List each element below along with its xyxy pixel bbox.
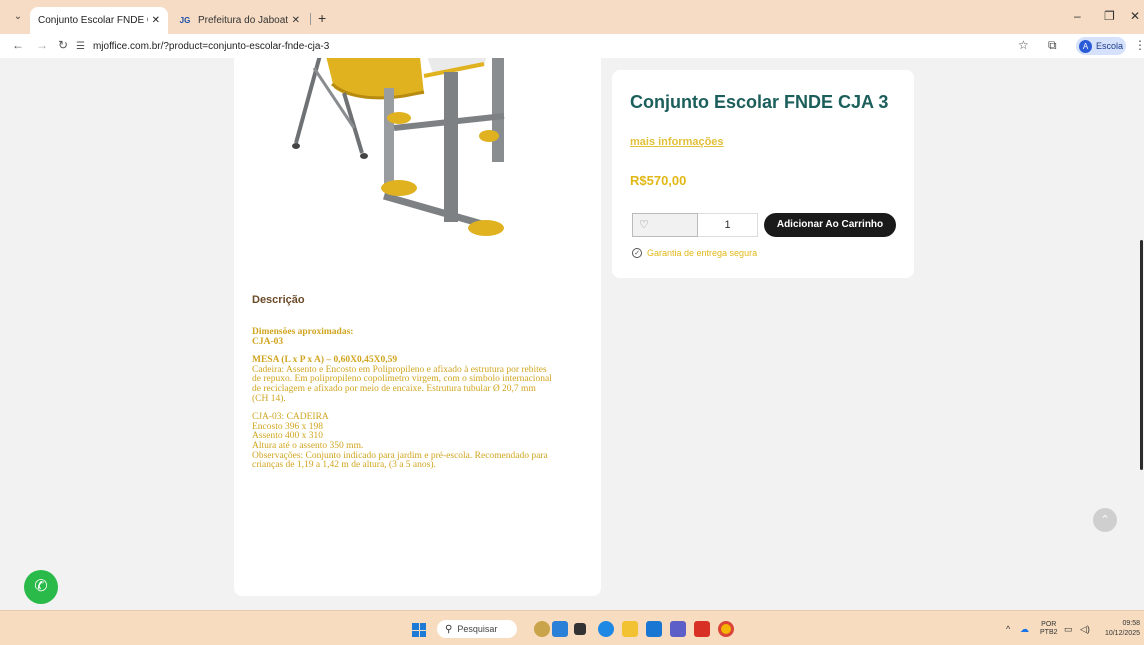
product-gallery-card: Descrição Dimensões aproximadas: CJA-03 … <box>234 58 601 596</box>
chrome-icon[interactable] <box>718 621 734 637</box>
desc-line: de reciclagem e afixado por meio de enca… <box>252 383 536 394</box>
taskbar-search[interactable]: ⚲ Pesquisar <box>437 620 517 638</box>
back-arrow-icon[interactable]: ← <box>12 38 24 52</box>
clock-date: 10/12/2025 <box>1104 630 1140 637</box>
search-placeholder: Pesquisar <box>457 624 498 634</box>
jg-favicon-icon: JG <box>179 15 191 25</box>
edge-browser-icon[interactable] <box>598 621 614 637</box>
language-indicator[interactable]: POR PTB2 <box>1040 621 1058 637</box>
address-bar[interactable]: ☰ mjoffice.com.br/?product=conjunto-esco… <box>76 37 976 55</box>
scrollbar-thumb[interactable] <box>1140 240 1143 470</box>
outlook-icon[interactable] <box>646 621 662 637</box>
windows-taskbar: ⚲ Pesquisar ^ ☁ POR PTB2 ▭ ◁) 09:58 10/1… <box>0 610 1144 645</box>
avatar: A <box>1079 39 1092 53</box>
red-app-icon[interactable] <box>694 621 710 637</box>
weather-widget-icon[interactable] <box>534 621 550 637</box>
tab-conjunto-escolar[interactable]: Conjunto Escolar FNDE CJA 3 ✕ <box>30 7 168 74</box>
file-explorer-icon[interactable] <box>622 621 638 637</box>
product-title: Conjunto Escolar FNDE CJA 3 <box>630 92 889 112</box>
page-viewport: Descrição Dimensões aproximadas: CJA-03 … <box>0 58 1144 610</box>
product-image[interactable] <box>274 58 534 258</box>
site-info-icon[interactable]: ☰ <box>76 41 85 52</box>
window-close-icon[interactable]: ✕ <box>1130 9 1140 23</box>
keyboard-layout: PTB2 <box>1040 629 1058 636</box>
whatsapp-chat-button[interactable]: ✆ <box>24 570 58 604</box>
new-tab-plus-icon[interactable]: + <box>318 10 326 26</box>
search-icon: ⚲ <box>445 623 453 635</box>
url-text: mjoffice.com.br/?product=conjunto-escola… <box>92 40 330 52</box>
dimensions-title: Dimensões aproximadas: <box>252 327 354 337</box>
guarantee-text: Garantia de entrega segura <box>647 248 758 258</box>
network-icon[interactable]: ▭ <box>1064 624 1073 635</box>
restore-icon[interactable]: ❐ <box>1104 9 1115 23</box>
profile-button[interactable]: A Escola <box>1076 37 1126 55</box>
teams-icon[interactable] <box>670 621 686 637</box>
desc-line: crianças de 1,19 a 1,42 m de altura, (3 … <box>252 460 436 471</box>
tab-divider <box>310 13 311 25</box>
tray-app-icon[interactable]: ☁ <box>1020 624 1029 635</box>
forward-arrow-icon[interactable]: → <box>36 38 48 52</box>
product-summary-card: Conjunto Escolar FNDE CJA 3 mais informa… <box>612 70 914 278</box>
minimize-icon[interactable]: – <box>1074 9 1081 23</box>
bookmark-star-icon[interactable]: ☆ <box>1018 38 1029 52</box>
volume-icon[interactable]: ◁) <box>1080 624 1090 635</box>
kebab-menu-icon[interactable]: ⋮ <box>1134 38 1144 52</box>
reload-icon[interactable]: ↻ <box>58 38 68 52</box>
task-view-icon[interactable] <box>552 621 568 637</box>
profile-label: Escola <box>1096 41 1124 51</box>
desc-line: (CH 14). <box>252 393 286 404</box>
tray-chevron-icon[interactable]: ^ <box>1006 624 1010 634</box>
lang-code: POR <box>1041 621 1057 628</box>
wishlist-heart-icon[interactable]: ♡ <box>632 213 698 237</box>
close-icon[interactable]: ✕ <box>292 15 300 26</box>
add-to-cart-button[interactable]: Adicionar Ao Carrinho <box>764 213 896 237</box>
more-info-link[interactable]: mais informações <box>630 136 724 148</box>
windows-start-icon[interactable] <box>412 623 426 637</box>
browser-toolbar: ← → ↻ ☰ mjoffice.com.br/?product=conjunt… <box>0 34 1144 58</box>
tab-title: Conjunto Escolar FNDE CJA 3 <box>38 15 148 26</box>
tab-search-chevron-icon[interactable]: ⌄ <box>10 9 26 25</box>
scroll-to-top-button[interactable]: ⌃ <box>1093 508 1117 532</box>
tab-prefeitura[interactable]: JG Prefeitura do Jaboatão dos Gua ✕ <box>170 7 308 34</box>
delivery-guarantee: ✓ Garantia de entrega segura <box>632 248 757 258</box>
system-clock[interactable]: 09:58 10/12/2025 <box>1100 619 1140 639</box>
browser-tabstrip: ⌄ Conjunto Escolar FNDE CJA 3 ✕ JG Prefe… <box>0 0 1144 74</box>
close-icon[interactable]: ✕ <box>152 15 160 26</box>
check-circle-icon: ✓ <box>632 248 642 258</box>
clock-time: 09:58 <box>1122 620 1140 627</box>
desktop-app-icon[interactable] <box>574 623 586 635</box>
model-code: CJA-03 <box>252 336 284 347</box>
extensions-puzzle-icon[interactable]: ⧉ <box>1048 38 1057 53</box>
product-price: R$570,00 <box>630 173 687 188</box>
description-heading: Descrição <box>252 294 305 306</box>
tab-title: Prefeitura do Jaboatão dos Gua <box>198 15 288 26</box>
quantity-input[interactable]: 1 <box>698 213 758 237</box>
description-body: Dimensões aproximadas: CJA-03 MESA (L x … <box>252 327 587 471</box>
